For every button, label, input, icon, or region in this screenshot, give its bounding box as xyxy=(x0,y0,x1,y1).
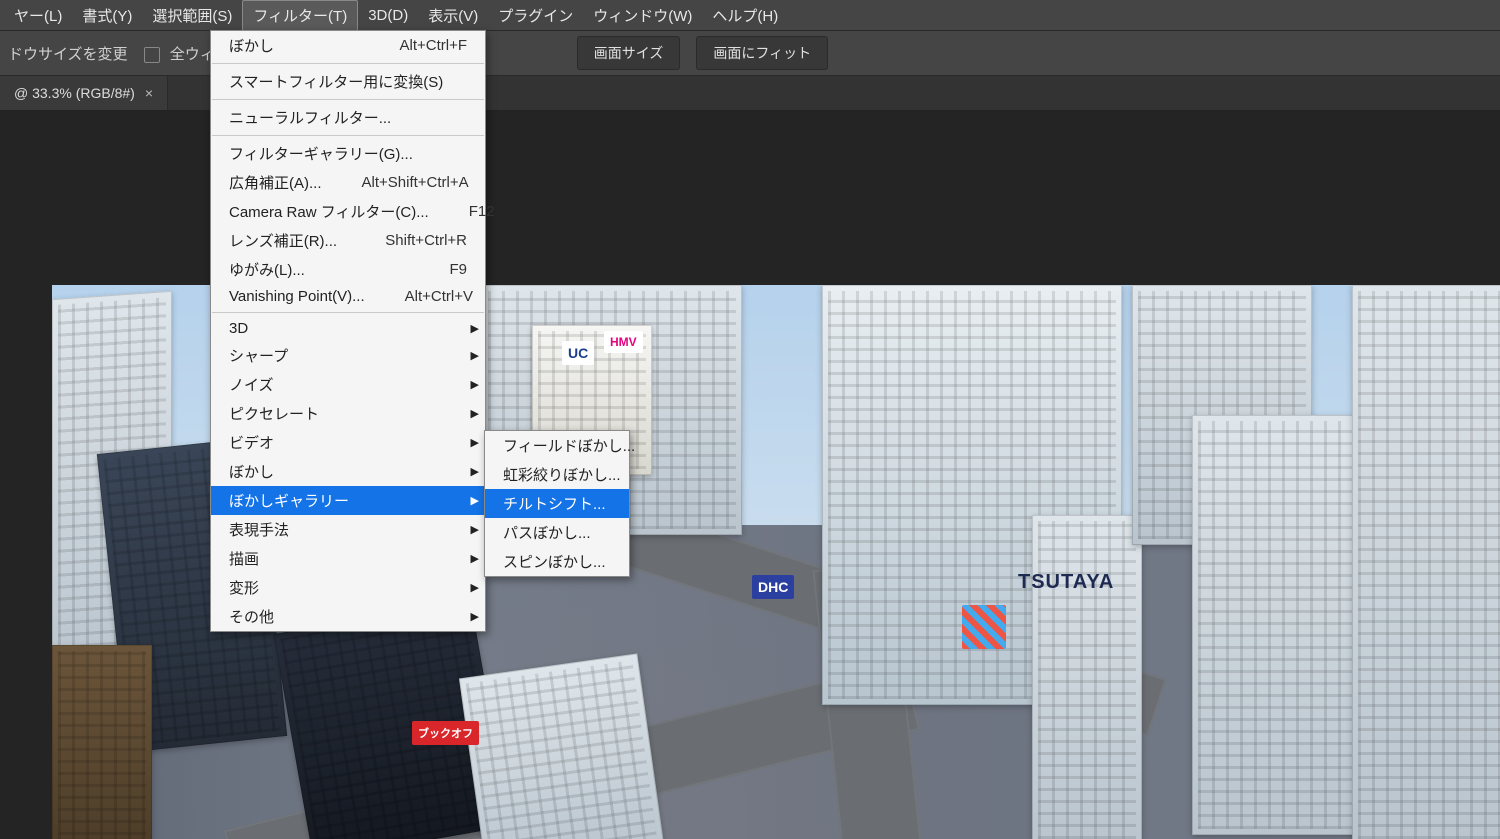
filter-menu-item[interactable]: ニューラルフィルター... xyxy=(211,103,485,132)
filter-menu-item[interactable]: ビデオ ▶ xyxy=(211,428,485,457)
filter-menu-item[interactable]: ゆがみ(L)... F9 xyxy=(211,255,485,284)
submenu-arrow-icon: ▶ xyxy=(471,378,479,391)
filter-menu-item[interactable]: 広角補正(A)...Alt+Shift+Ctrl+A xyxy=(211,168,485,197)
menu-item-label: スピンぼかし... xyxy=(503,551,606,572)
submenu-arrow-icon: ▶ xyxy=(471,349,479,362)
blur-gallery-menu-item[interactable]: 虹彩絞りぼかし... xyxy=(485,460,629,489)
blur-gallery-menu-item[interactable]: フィールドぼかし... xyxy=(485,431,629,460)
menu-item-label: ピクセレート xyxy=(229,403,319,424)
menu-layer[interactable]: ヤー(L) xyxy=(4,1,72,30)
menu-item-shortcut: Alt+Shift+Ctrl+A xyxy=(322,174,469,191)
dhc-sign: DHC xyxy=(752,575,794,599)
menu-item-label: ノイズ xyxy=(229,374,274,395)
menu-item-label: ぼかし xyxy=(229,461,274,482)
filter-menu-item[interactable]: 変形 ▶ xyxy=(211,573,485,602)
submenu-arrow-icon: ▶ xyxy=(471,407,479,420)
blur-gallery-submenu: フィールドぼかし... 虹彩絞りぼかし... チルトシフト... パスぼかし... スピ… xyxy=(484,430,630,577)
menu-3d[interactable]: 3D(D) xyxy=(358,3,418,28)
menu-item-shortcut: F9 xyxy=(409,261,467,278)
filter-menu-item[interactable]: その他 ▶ xyxy=(211,602,485,631)
menu-item-label: 虹彩絞りぼかし... xyxy=(503,464,621,485)
blur-gallery-menu-item[interactable]: スピンぼかし... xyxy=(485,547,629,576)
menu-separator xyxy=(212,312,484,313)
filter-menu-item[interactable]: ピクセレート ▶ xyxy=(211,399,485,428)
submenu-arrow-icon: ▶ xyxy=(471,523,479,536)
resize-window-label: ドウサイズを変更 xyxy=(8,43,128,64)
document-tab[interactable]: @ 33.3% (RGB/8#) × xyxy=(0,76,168,110)
menu-window[interactable]: ウィンドウ(W) xyxy=(583,1,702,30)
filter-menu-item[interactable]: レンズ補正(R)... Shift+Ctrl+R xyxy=(211,226,485,255)
menu-item-label: シャープ xyxy=(229,345,288,366)
menu-item-label: ビデオ xyxy=(229,432,274,453)
menu-item-label: ニューラルフィルター... xyxy=(229,107,391,128)
menu-item-label: パスぼかし... xyxy=(503,522,591,543)
submenu-arrow-icon: ▶ xyxy=(471,610,479,623)
filter-menu-item[interactable]: ぼかし Alt+Ctrl+F xyxy=(211,31,485,60)
menu-help[interactable]: ヘルプ(H) xyxy=(702,1,788,30)
filter-menu-item[interactable]: シャープ ▶ xyxy=(211,341,485,370)
menu-item-label: ゆがみ(L)... xyxy=(229,259,305,280)
filter-menu-item[interactable]: Camera Raw フィルター(C)...F12 xyxy=(211,197,485,226)
menu-item-label: レンズ補正(R)... xyxy=(229,230,337,251)
filter-menu-item[interactable]: ぼかしギャラリー ▶ xyxy=(211,486,485,515)
fit-screen-button[interactable]: 画面にフィット xyxy=(696,36,828,70)
document-tab-title: @ 33.3% (RGB/8#) xyxy=(14,85,135,101)
filter-dropdown: ぼかし Alt+Ctrl+F スマートフィルター用に変換(S) ニューラルフィルター.… xyxy=(210,30,486,632)
submenu-arrow-icon: ▶ xyxy=(471,552,479,565)
menu-item-label: スマートフィルター用に変換(S) xyxy=(229,71,443,92)
menu-separator xyxy=(212,63,484,64)
filter-menu-item[interactable]: 表現手法 ▶ xyxy=(211,515,485,544)
menu-plugins[interactable]: プラグイン xyxy=(488,1,583,30)
tsutaya-sign: TSUTAYA xyxy=(1012,567,1120,598)
menu-item-label: 表現手法 xyxy=(229,519,289,540)
submenu-arrow-icon: ▶ xyxy=(471,581,479,594)
menu-item-shortcut: Alt+Ctrl+F xyxy=(359,37,467,54)
menu-item-shortcut: F12 xyxy=(429,203,495,220)
menu-item-label: 3D xyxy=(229,320,248,337)
filter-menu-item[interactable]: ノイズ ▶ xyxy=(211,370,485,399)
menu-item-shortcut: Shift+Ctrl+R xyxy=(345,232,467,249)
menu-item-label: フィールドぼかし... xyxy=(503,435,635,456)
filter-menu-item[interactable]: スマートフィルター用に変換(S) xyxy=(211,67,485,96)
menu-separator xyxy=(212,135,484,136)
filter-menu-item[interactable]: 3D ▶ xyxy=(211,316,485,341)
menu-item-label: その他 xyxy=(229,606,274,627)
menu-separator xyxy=(212,99,484,100)
filter-menu-item[interactable]: Vanishing Point(V)...Alt+Ctrl+V xyxy=(211,284,485,309)
menu-item-label: チルトシフト... xyxy=(503,493,606,514)
menu-bar: ヤー(L) 書式(Y) 選択範囲(S) フィルター(T) 3D(D) 表示(V)… xyxy=(0,0,1500,31)
submenu-arrow-icon: ▶ xyxy=(471,436,479,449)
menu-item-label: Vanishing Point(V)... xyxy=(229,288,365,305)
menu-format[interactable]: 書式(Y) xyxy=(72,1,142,30)
screen-size-button[interactable]: 画面サイズ xyxy=(577,36,681,70)
menu-item-label: ぼかしギャラリー xyxy=(229,490,349,511)
menu-filter[interactable]: フィルター(T) xyxy=(242,0,358,31)
filter-menu-item[interactable]: フィルターギャラリー(G)... xyxy=(211,139,485,168)
menu-item-label: 広角補正(A)... xyxy=(229,172,322,193)
menu-item-label: Camera Raw フィルター(C)... xyxy=(229,201,429,222)
filter-menu-item[interactable]: 描画 ▶ xyxy=(211,544,485,573)
menu-item-label: 描画 xyxy=(229,548,259,569)
menu-item-shortcut: Alt+Ctrl+V xyxy=(365,288,473,305)
blur-gallery-menu-item[interactable]: パスぼかし... xyxy=(485,518,629,547)
menu-view[interactable]: 表示(V) xyxy=(418,1,488,30)
menu-item-label: ぼかし xyxy=(229,35,274,56)
menu-item-label: 変形 xyxy=(229,577,259,598)
menu-item-label: フィルターギャラリー(G)... xyxy=(229,143,413,164)
submenu-arrow-icon: ▶ xyxy=(471,465,479,478)
blur-gallery-menu-item[interactable]: チルトシフト... xyxy=(485,489,629,518)
submenu-arrow-icon: ▶ xyxy=(471,322,479,335)
uc-sign: UC xyxy=(562,341,594,365)
checkbox-icon xyxy=(144,47,160,63)
submenu-arrow-icon: ▶ xyxy=(471,494,479,507)
menu-select[interactable]: 選択範囲(S) xyxy=(142,1,242,30)
close-icon[interactable]: × xyxy=(145,85,153,101)
filter-menu-item[interactable]: ぼかし ▶ xyxy=(211,457,485,486)
